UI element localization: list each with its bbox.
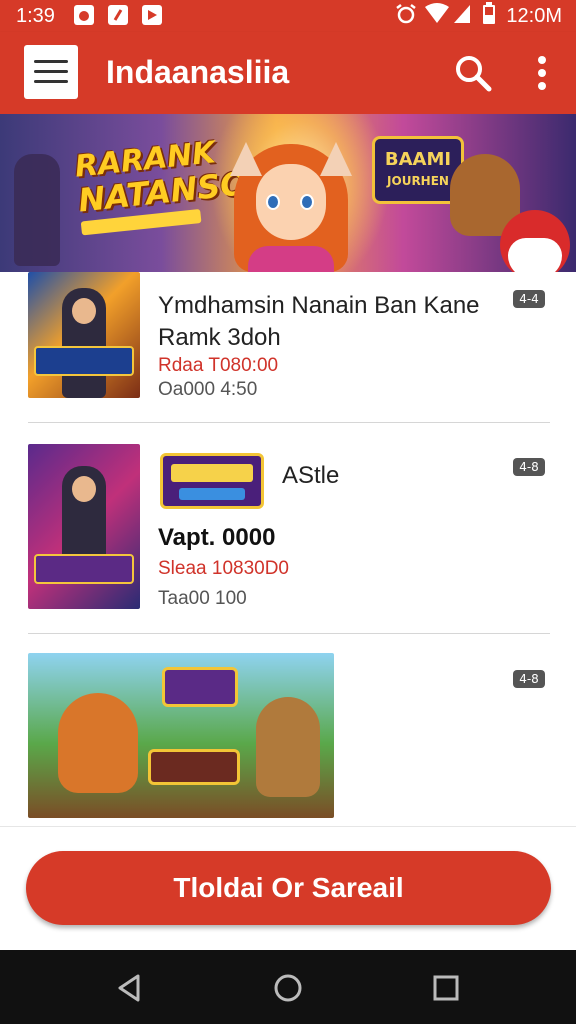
item-subtitle-gray: Taa00 100: [158, 588, 247, 609]
recents-square-icon[interactable]: [428, 970, 464, 1006]
list-item[interactable]: Ymdhamsin Nanain Ban Kane Ramk 3doh Rdaa…: [0, 272, 576, 422]
rating-badge: 4-4: [513, 290, 545, 308]
item-price: Vapt. 0000: [158, 524, 276, 551]
back-triangle-icon[interactable]: [112, 970, 148, 1006]
page-title: Indaanasliia: [106, 54, 290, 90]
hamburger-menu-icon[interactable]: [24, 45, 78, 99]
item-title-line2: Ramk 3doh: [158, 324, 281, 351]
wifi-icon: [424, 2, 450, 31]
system-nav-bar: [0, 950, 576, 1024]
game-list[interactable]: Ymdhamsin Nanain Ban Kane Ramk 3doh Rdaa…: [0, 272, 576, 826]
camera-notification-icon: [74, 5, 94, 25]
more-vert-icon[interactable]: [526, 52, 558, 94]
banner-logo-right-line2: JOURHEN: [387, 174, 449, 188]
primary-action-button[interactable]: Tloldai Or Sareail: [26, 851, 551, 925]
banner-fighter-figure: [14, 154, 60, 266]
banner-hero-character: [216, 124, 366, 272]
bottom-action-area: Tloldai Or Sareail: [0, 826, 576, 950]
item-tag: AStle: [282, 462, 340, 489]
list-item[interactable]: AStle Vapt. 0000 Sleaa 10830D0 Taa00 100…: [0, 423, 576, 633]
rating-badge: 4-8: [513, 670, 545, 688]
search-icon[interactable]: [452, 52, 494, 94]
game-thumbnail[interactable]: [28, 272, 140, 398]
game-thumbnail[interactable]: [28, 444, 140, 609]
battery-icon: [482, 2, 496, 31]
status-bar: 1:39 12:0M: [0, 0, 576, 32]
item-subtitle-gray: Oa000 4:50: [158, 379, 258, 400]
list-item[interactable]: 4-8: [0, 634, 576, 826]
alarm-icon: [394, 2, 418, 31]
app-bar: Indaanasliia: [0, 32, 576, 114]
game-thumbnail[interactable]: [28, 653, 334, 818]
banner-logo-left: RARANK NATANSO!: [73, 135, 264, 248]
media-notification-icon: [142, 5, 162, 25]
promo-banner[interactable]: RARANK NATANSO! BAAMI JOURHEN: [0, 114, 576, 272]
item-subtitle-red: Sleaa 10830D0: [158, 558, 289, 579]
rating-badge: 4-8: [513, 458, 545, 476]
game-logo: [160, 453, 264, 509]
home-circle-icon[interactable]: [270, 970, 306, 1006]
status-clock: 12:0M: [506, 5, 562, 27]
banner-mascot-character: [500, 210, 570, 272]
signal-icon: [452, 2, 472, 31]
music-notification-icon: [108, 5, 128, 25]
banner-logo-right-line1: BAAMI: [384, 149, 452, 170]
status-time: 1:39: [16, 5, 55, 27]
item-title-line1: Ymdhamsin Nanain Ban Kane: [158, 292, 480, 319]
item-subtitle-red: Rdaa T080:00: [158, 355, 279, 376]
